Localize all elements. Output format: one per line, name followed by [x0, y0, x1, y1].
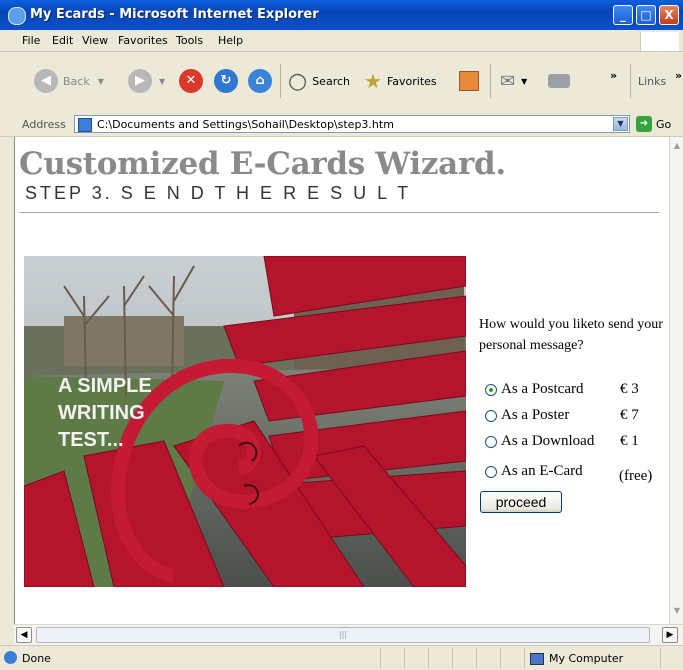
- refresh-icon: ↻: [214, 69, 238, 93]
- search-button[interactable]: ○ Search: [288, 66, 350, 96]
- option-download[interactable]: As a Download: [485, 433, 594, 450]
- favorites-button[interactable]: ★ Favorites: [364, 66, 437, 96]
- menu-edit[interactable]: Edit: [52, 34, 73, 47]
- menu-bar: File Edit View Favorites Tools Help: [0, 30, 683, 52]
- scroll-down-icon[interactable]: ▼: [670, 606, 683, 620]
- page-content: Customized E-Cards Wizard. STEP 3. S E N…: [14, 137, 670, 624]
- windows-logo-icon: [640, 32, 679, 51]
- vertical-scrollbar[interactable]: ▲ ▼: [669, 137, 683, 624]
- mail-dropdown-icon[interactable]: ▼: [521, 77, 527, 86]
- price-postcard: € 3: [620, 381, 639, 397]
- back-dropdown-icon[interactable]: ▼: [98, 77, 104, 86]
- forward-button[interactable]: ▶ ▼: [128, 66, 165, 96]
- home-icon: ⌂: [248, 69, 272, 93]
- media-icon: [459, 71, 479, 91]
- option-poster[interactable]: As a Poster: [485, 407, 569, 424]
- media-button[interactable]: [459, 66, 479, 96]
- go-arrow-icon: ➜: [636, 116, 652, 132]
- horizontal-scrollbar[interactable]: ◀ ||| ▶: [14, 624, 683, 645]
- scroll-up-icon[interactable]: ▲: [670, 141, 683, 155]
- back-arrow-icon: ◀: [34, 69, 58, 93]
- links-button[interactable]: Links: [638, 66, 666, 96]
- price-download: € 1: [620, 433, 639, 449]
- maximize-button[interactable]: □: [636, 5, 656, 25]
- proceed-button[interactable]: proceed: [480, 491, 562, 513]
- home-button[interactable]: ⌂: [248, 66, 272, 96]
- status-bar: Done My Computer: [0, 645, 683, 670]
- address-bar: Address C:\Documents and Settings\Sohail…: [0, 112, 683, 137]
- radio-download[interactable]: [485, 435, 497, 448]
- minimize-button[interactable]: _: [613, 5, 633, 25]
- page-title: Customized E-Cards Wizard.: [19, 146, 506, 182]
- scroll-left-icon[interactable]: ◀: [16, 627, 32, 643]
- page-icon: [78, 118, 92, 132]
- address-label: Address: [22, 118, 66, 131]
- stop-button[interactable]: ✕: [179, 66, 203, 96]
- back-label: Back: [63, 74, 90, 88]
- star-icon: ★: [364, 69, 382, 93]
- option-label: As a Poster: [501, 407, 570, 423]
- status-page-icon: [4, 651, 17, 664]
- option-label: As a Postcard: [501, 381, 584, 397]
- menu-view[interactable]: View: [82, 34, 108, 47]
- zone-label: My Computer: [549, 652, 624, 665]
- forward-dropdown-icon[interactable]: ▼: [159, 77, 165, 86]
- go-label: Go: [656, 117, 672, 131]
- favorites-label: Favorites: [386, 74, 437, 88]
- security-zone: My Computer: [530, 652, 623, 665]
- mail-icon: ✉: [500, 70, 516, 92]
- print-icon: [548, 74, 570, 88]
- browser-window: My Ecards - Microsoft Internet Explorer …: [0, 0, 683, 670]
- title-bar: My Ecards - Microsoft Internet Explorer …: [0, 0, 683, 30]
- delivery-question: How would you liketo send your personal …: [479, 317, 663, 353]
- stop-icon: ✕: [179, 69, 203, 93]
- menu-file[interactable]: File: [22, 34, 40, 47]
- toolbar-chevron[interactable]: »: [610, 60, 617, 90]
- menu-tools[interactable]: Tools: [176, 34, 203, 47]
- search-label: Search: [312, 74, 350, 88]
- option-ecard[interactable]: As an E-Card: [485, 463, 583, 480]
- ie-logo-icon: [8, 7, 26, 25]
- links-chevron[interactable]: »: [675, 60, 682, 90]
- photo-caption: A SIMPLE WRITING TEST...: [58, 375, 152, 451]
- scroll-thumb[interactable]: |||: [36, 627, 650, 643]
- go-button[interactable]: ➜ Go: [636, 116, 671, 132]
- ecard-photo: A SIMPLE WRITING TEST...: [24, 256, 466, 587]
- step-subtitle: STEP 3. S E N D T H E R E S U L T: [25, 183, 412, 203]
- menu-favorites[interactable]: Favorites: [118, 34, 168, 47]
- divider: [19, 212, 659, 213]
- mail-button[interactable]: ✉ ▼: [500, 66, 527, 96]
- back-button[interactable]: ◀ Back ▼: [34, 66, 104, 96]
- radio-ecard[interactable]: [485, 465, 497, 478]
- scroll-right-icon[interactable]: ▶: [662, 627, 678, 643]
- menu-help[interactable]: Help: [218, 34, 243, 47]
- forward-arrow-icon: ▶: [128, 69, 152, 93]
- search-icon: ○: [288, 68, 308, 94]
- print-button[interactable]: [548, 66, 570, 96]
- option-label: As a Download: [501, 433, 595, 449]
- address-url: C:\Documents and Settings\Sohail\Desktop…: [97, 118, 394, 131]
- address-input[interactable]: C:\Documents and Settings\Sohail\Desktop…: [74, 115, 630, 133]
- window-title: My Ecards - Microsoft Internet Explorer: [30, 7, 319, 22]
- address-dropdown-icon[interactable]: ▼: [613, 117, 628, 131]
- price-ecard: (free): [619, 468, 653, 484]
- status-text: Done: [22, 652, 51, 665]
- toolbar: ◀ Back ▼ ▶ ▼ ✕ ↻ ⌂ ○ Search ★ Favorites: [0, 52, 683, 113]
- radio-poster[interactable]: [485, 409, 497, 422]
- close-button[interactable]: X: [659, 5, 679, 25]
- option-label: As an E-Card: [501, 463, 583, 479]
- radio-postcard[interactable]: [485, 383, 497, 396]
- price-poster: € 7: [620, 407, 639, 423]
- computer-icon: [530, 652, 544, 665]
- option-postcard[interactable]: As a Postcard: [485, 381, 584, 398]
- refresh-button[interactable]: ↻: [214, 66, 238, 96]
